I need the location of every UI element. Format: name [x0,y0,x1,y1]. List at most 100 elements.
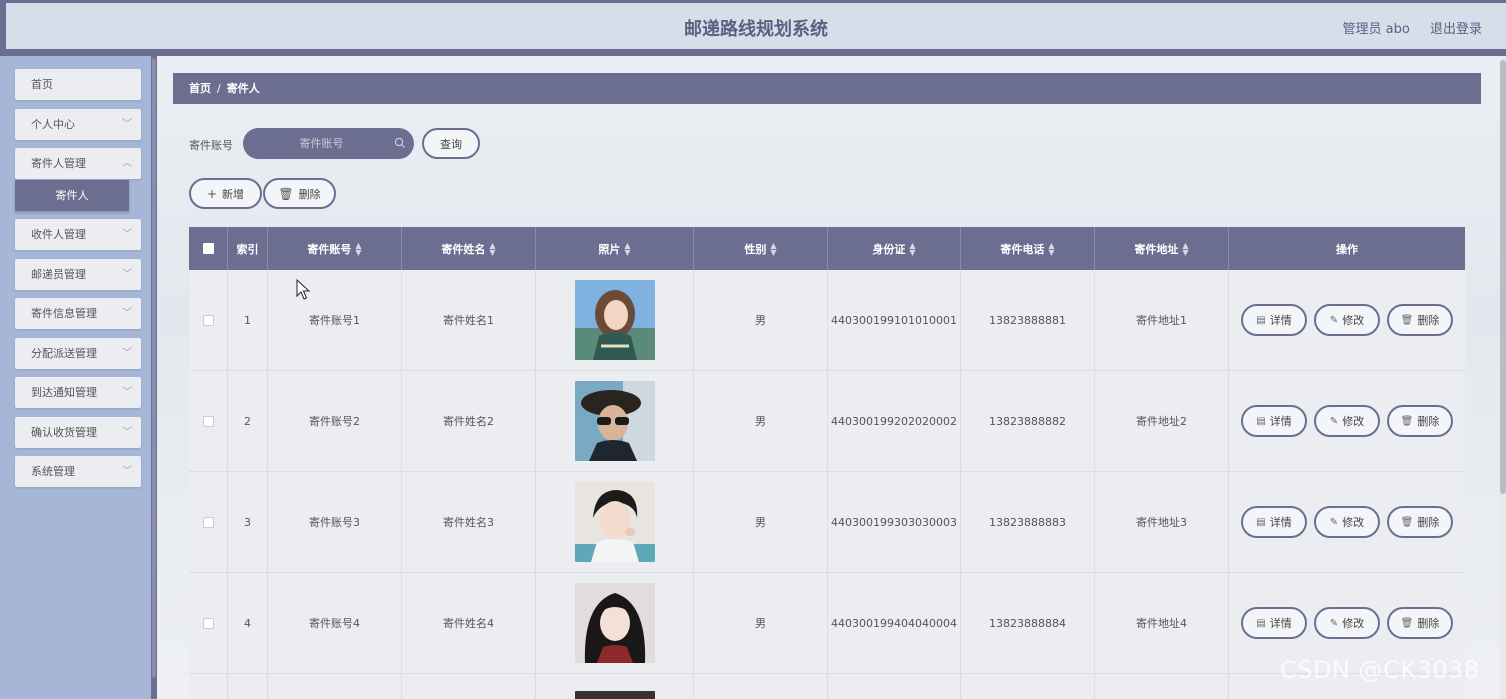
sidebar-scrollbar-thumb[interactable] [152,58,156,678]
cell-gender [694,674,828,699]
header-id-card[interactable]: 身份证 ▲ ▼ [828,227,961,270]
sender-photo[interactable] [574,381,655,461]
cell-account: 寄件账号4 [268,573,402,673]
detail-button[interactable]: ▤ 详情 [1241,405,1307,437]
header-name[interactable]: 寄件姓名 ▲ ▼ [402,227,536,270]
delete-button[interactable]: 🗑 删除 [1387,405,1453,437]
header-account[interactable]: 寄件账号 ▲ ▼ [268,227,402,270]
edit-button[interactable]: ✎ 修改 [1314,304,1380,336]
breadcrumb-separator: / [217,82,221,95]
detail-button[interactable]: ▤ 详情 [1241,607,1307,639]
detail-label: 详情 [1269,617,1292,630]
plus-icon: + [206,186,218,201]
sort-icon[interactable]: ▲ ▼ [909,241,915,256]
delete-button[interactable]: 🗑 删除 [1387,304,1453,336]
sidebar-item-system-management[interactable]: 系统管理 ﹀ [15,456,141,487]
select-all-checkbox[interactable] [202,243,214,254]
sidebar-item-recipient-management[interactable]: 收件人管理 ﹀ [15,219,141,250]
header-phone[interactable]: 寄件电话 ▲ ▼ [961,227,1095,270]
sort-icon[interactable]: ▲ ▼ [1048,241,1054,256]
cell-photo [536,371,694,471]
page-scrollbar-thumb[interactable] [1500,60,1506,494]
sidebar-item-shipment-info-management[interactable]: 寄件信息管理 ﹀ [15,298,141,329]
row-select-cell [189,371,228,471]
cell-gender: 男 [694,573,828,673]
trash-icon: 🗑 [1400,617,1414,629]
header-panel: 邮递路线规划系统 管理员 abo 退出登录 [6,3,1506,49]
page-scrollbar[interactable] [1500,56,1506,699]
sidebar-item-label: 寄件人管理 [31,157,86,170]
row-select-cell [189,573,228,673]
sort-icon[interactable]: ▲ ▼ [355,241,361,256]
chevron-down-icon: ﹀ [122,427,132,438]
search-input[interactable] [243,128,414,159]
cell-photo [536,573,694,673]
edit-button[interactable]: ✎ 修改 [1314,405,1380,437]
header-label: 寄件姓名 [441,242,486,256]
detail-label: 详情 [1269,314,1292,327]
sort-icon[interactable]: ▲ ▼ [489,241,495,256]
document-icon: ▤ [1256,516,1266,528]
sender-photo[interactable] [574,482,655,562]
header-address[interactable]: 寄件地址 ▲ ▼ [1095,227,1229,270]
pencil-icon: ✎ [1329,415,1339,427]
watermark: CSDN @CK3038 [1280,656,1480,684]
detail-button[interactable]: ▤ 详情 [1241,304,1307,336]
query-button[interactable]: 查询 [422,128,480,159]
sidebar-item-arrival-notice-management[interactable]: 到达通知管理 ﹀ [15,377,141,408]
add-button[interactable]: + 新增 [189,178,262,209]
header-label: 寄件地址 [1134,242,1179,256]
sidebar-item-dispatch-management[interactable]: 分配派送管理 ﹀ [15,338,141,369]
delete-label: 删除 [1417,314,1440,327]
edit-label: 修改 [1342,516,1365,529]
edit-button[interactable]: ✎ 修改 [1314,506,1380,538]
row-select-cell [189,674,228,699]
sidebar-item-sender-management[interactable]: 寄件人管理 ︿ [15,148,141,179]
sidebar-item-label: 首页 [31,78,53,91]
header-user-area: 管理员 abo 退出登录 [1327,18,1482,37]
row-checkbox[interactable] [202,516,214,528]
cell-phone: 13823888881 [961,270,1095,370]
delete-button[interactable]: 🗑 删除 [1387,506,1453,538]
cell-index: 4 [228,573,268,673]
delete-button[interactable]: 🗑 删除 [1387,607,1453,639]
sidebar-item-postman-management[interactable]: 邮递员管理 ﹀ [15,259,141,290]
edit-button[interactable]: ✎ 修改 [1314,607,1380,639]
table-row [189,674,1465,699]
detail-label: 详情 [1269,415,1292,428]
sidebar-item-label: 邮递员管理 [31,268,86,281]
cell-address: 寄件地址3 [1095,472,1229,572]
row-checkbox[interactable] [202,314,214,326]
chevron-down-icon: ﹀ [122,119,132,130]
row-select-cell [189,270,228,370]
logout-link[interactable]: 退出登录 [1430,22,1482,37]
header-label: 身份证 [872,242,906,256]
breadcrumb: 首页 / 寄件人 [173,73,1481,104]
sidebar-item-personal-center[interactable]: 个人中心 ﹀ [15,109,141,140]
breadcrumb-home[interactable]: 首页 [189,82,211,95]
sidebar-item-receipt-confirm-management[interactable]: 确认收货管理 ﹀ [15,417,141,448]
cell-index: 1 [228,270,268,370]
header-gender[interactable]: 性别 ▲ ▼ [694,227,828,270]
trash-icon: 🗑 [1400,516,1414,528]
sort-icon[interactable]: ▲ ▼ [624,241,630,256]
row-checkbox[interactable] [202,617,214,629]
sender-photo[interactable] [574,691,655,699]
detail-button[interactable]: ▤ 详情 [1241,506,1307,538]
sender-table: 索引 寄件账号 ▲ ▼ 寄件姓名 ▲ ▼ 照片 ▲ ▼ 性别 ▲ ▼ 身份证 ▲ ▼ 寄件电话 ▲ ▼ … [189,227,1465,699]
chevron-down-icon: ﹀ [122,269,132,280]
query-button-label: 查询 [440,137,462,151]
sidebar-item-home[interactable]: 首页 [15,69,141,100]
batch-delete-button[interactable]: 🗑 删除 [263,178,336,209]
cell-id-card: 440300199404040004 [828,573,961,673]
detail-label: 详情 [1269,516,1292,529]
header-select-all[interactable] [189,227,228,270]
row-checkbox[interactable] [202,415,214,427]
sort-icon[interactable]: ▲ ▼ [1182,241,1188,256]
sender-photo[interactable] [574,583,655,663]
sender-photo[interactable] [574,280,655,360]
pencil-icon: ✎ [1329,314,1339,326]
sidebar-subitem-sender[interactable]: 寄件人 [15,180,129,211]
sort-icon[interactable]: ▲ ▼ [770,241,776,256]
header-photo[interactable]: 照片 ▲ ▼ [536,227,694,270]
